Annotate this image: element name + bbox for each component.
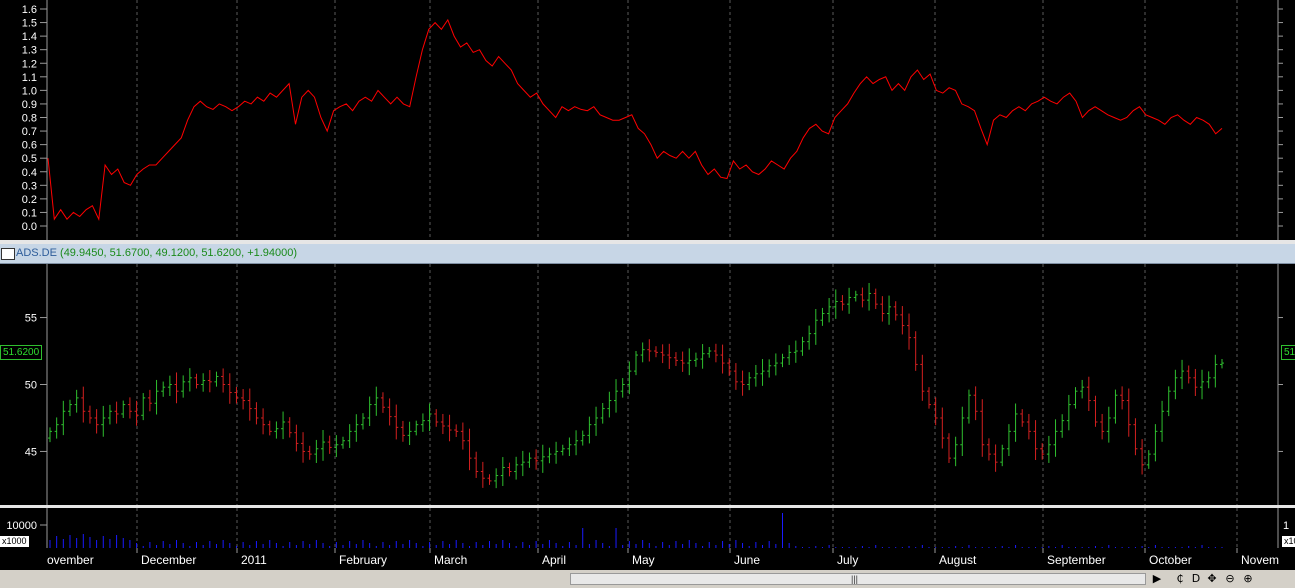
indicator-tick-label: 0.2 [22,194,37,206]
indicator-chart: 1.61.51.41.31.21.11.00.90.80.70.60.50.40… [22,0,1283,240]
indicator-tick-label: 1.1 [22,72,37,84]
price-pane-title: ADS.DE (49.9450, 51.6700, 49.1200, 51.62… [16,247,297,259]
indicator-tick-label: 0.7 [22,126,37,138]
indicator-tick-label: 0.5 [22,153,37,165]
date-axis-label: May [632,553,655,567]
zoom-out-icon[interactable]: ⊖ [1223,571,1237,587]
last-price-badge-right: 51 [1281,345,1295,360]
date-axis-label: September [1047,553,1106,567]
indicator-tick-label: 1.4 [22,31,37,43]
scroll-right-icon[interactable]: ▶ [1150,571,1164,587]
price-tick-label: 45 [25,446,37,458]
indicator-tick-label: 1.2 [22,58,37,70]
pan-icon[interactable]: ✥ [1205,571,1219,587]
volume-multiplier-right: x10 [1282,536,1295,547]
volume-chart: 10000 1 [6,508,1289,548]
indicator-pane[interactable]: 1.6 1.5 1.4 1.3 1.2 1.1 1.0 0.9 0.8 0.7 0.6 0.5 0.4 0… [0,0,1295,240]
zoom-in-icon[interactable]: ⊕ [1241,571,1255,587]
price-tick-label: 55 [25,313,37,325]
date-axis-label: 2011 [241,553,267,567]
price-pane-title-bar[interactable]: ADS.DE (49.9450, 51.6700, 49.1200, 51.62… [0,244,1295,264]
ohlc-values-label: (49.9450, 51.6700, 49.1200, 51.6200, +1.… [60,247,298,259]
date-axis-label: June [734,553,760,567]
volume-pane[interactable]: 10000 1 x1000 x10 [0,508,1295,548]
volume-tick-label-right: 1 [1283,520,1289,532]
indicator-tick-label: 0.9 [22,99,37,111]
date-axis-label: December [141,553,196,567]
horizontal-scrollbar[interactable]: ||| [570,573,1146,585]
volume-multiplier-left: x1000 [0,536,29,547]
date-axis-label: February [339,553,387,567]
indicator-series-line [47,18,1223,221]
indicator-tick-label: 0.3 [22,180,37,192]
date-axis-label: March [434,553,467,567]
indicator-tick-label: 0.6 [22,140,37,152]
indicator-tick-label: 1.6 [22,4,37,16]
indicator-tick-label: 0.4 [22,167,37,179]
date-axis-label: April [542,553,566,567]
date-axis-label: Novem [1241,553,1279,567]
indicator-tick-label: 1.0 [22,85,37,97]
date-axis-labels: ovember December 2011 February March April May… [47,548,1279,567]
indicator-tick-label: 1.3 [22,45,37,57]
price-tick-label: 50 [25,380,37,392]
indicator-tick-label: 0.8 [22,113,37,125]
scroll-grip[interactable]: ||| [851,574,858,584]
date-axis[interactable]: ovember December 2011 February March April May… [0,548,1295,570]
indicator-tick-label: 0.1 [22,207,37,219]
indicator-tick-label: 0.0 [22,221,37,233]
chart-toolbar: ||| ▶ ₵ D ✥ ⊖ ⊕ [0,570,1295,588]
indicator-tick-label: 1.5 [22,18,37,30]
pane-toggle-checkbox[interactable] [1,248,15,260]
price-pane[interactable]: 55 50 45 51.6200 51 [0,264,1295,505]
date-axis-label: October [1149,553,1192,567]
date-axis-label: ovember [47,553,94,567]
date-axis-label: July [837,553,858,567]
last-price-badge-left: 51.6200 [0,345,43,360]
period-daily-icon[interactable]: D [1189,571,1203,587]
date-axis-label: August [939,553,977,567]
price-bar-chart: 55 50 45 [25,264,1283,505]
volume-tick-label: 10000 [6,520,37,532]
currency-icon[interactable]: ₵ [1173,571,1187,587]
symbol-label: ADS.DE [16,247,57,259]
